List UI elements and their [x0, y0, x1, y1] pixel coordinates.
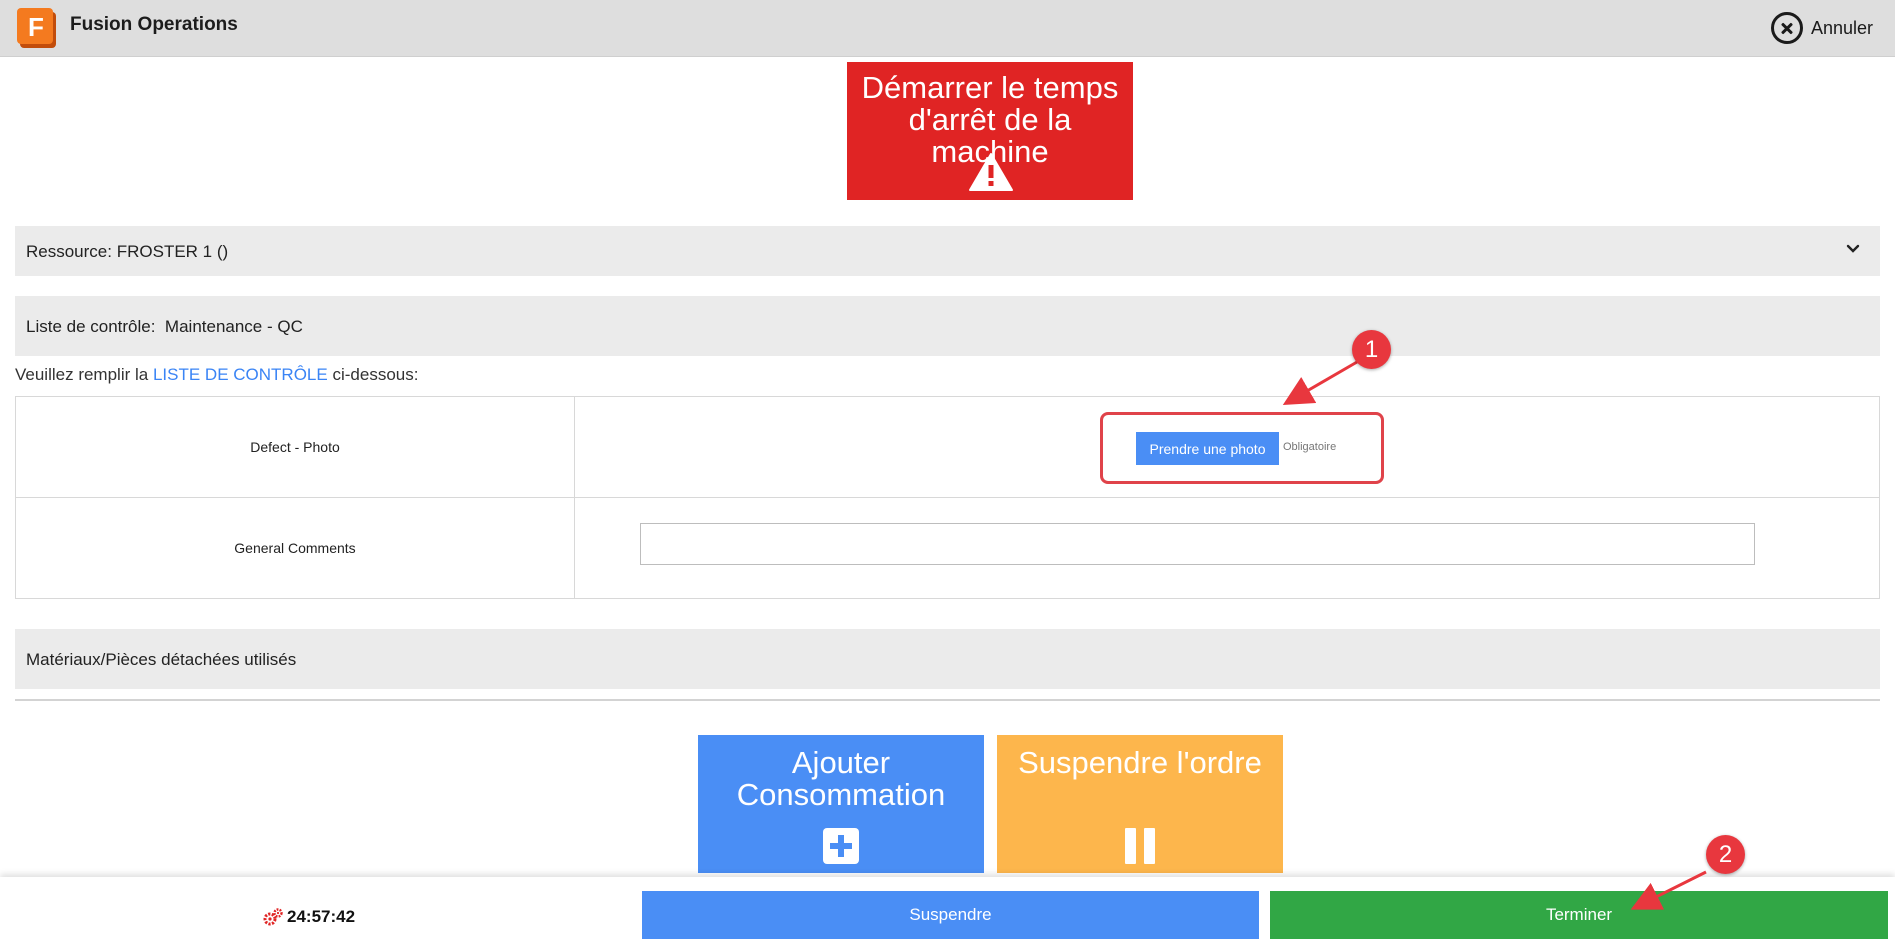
resource-value: FROSTER 1 () [116, 242, 229, 261]
checklist-label: Liste de contrôle: [26, 317, 156, 336]
instruction-prefix: Veuillez remplir la [15, 365, 149, 384]
defect-photo-label: Defect - Photo [16, 397, 575, 497]
checklist-instruction: Veuillez remplir la LISTE DE CONTRÔLE ci… [15, 365, 418, 385]
cancel-button[interactable]: Annuler [1770, 12, 1873, 44]
add-consumption-label: Ajouter Consommation [736, 745, 946, 812]
suspend-order-label: Suspendre l'ordre [1018, 745, 1262, 780]
plus-square-icon [823, 828, 859, 864]
app-title: Fusion Operations [70, 14, 238, 35]
general-comments-label: General Comments [16, 498, 575, 598]
table-row: Defect - Photo Prendre une photo Obligat… [16, 397, 1879, 498]
checklist-panel: Liste de contrôle: Maintenance - QC [15, 296, 1880, 356]
pause-icon [1125, 828, 1155, 864]
gears-icon [263, 908, 283, 926]
suspend-button[interactable]: Suspendre [642, 891, 1259, 939]
checklist-table: Defect - Photo Prendre une photo Obligat… [15, 396, 1880, 599]
resource-panel[interactable]: Ressource: FROSTER 1 () [15, 226, 1880, 276]
finish-button[interactable]: Terminer [1270, 891, 1888, 939]
title-bar: F Fusion Operations Annuler [0, 0, 1895, 57]
annotation-marker-1: 1 [1352, 330, 1391, 369]
checklist-link[interactable]: LISTE DE CONTRÔLE [153, 365, 328, 384]
checklist-value: Maintenance - QC [164, 317, 303, 336]
start-downtime-button[interactable]: Démarrer le temps d'arrêt de la machine [847, 62, 1133, 200]
suspend-order-button[interactable]: Suspendre l'ordre [997, 735, 1283, 873]
annotation-marker-2: 2 [1706, 835, 1745, 874]
take-photo-button[interactable]: Prendre une photo [1136, 432, 1279, 465]
chevron-down-icon[interactable] [1844, 240, 1862, 258]
resource-label: Ressource: [26, 242, 112, 261]
add-consumption-button[interactable]: Ajouter Consommation [698, 735, 984, 873]
timer: 24:57:42 [263, 907, 355, 927]
materials-panel[interactable]: Matériaux/Pièces détachées utilisés [15, 629, 1880, 689]
warning-icon [969, 153, 1013, 191]
materials-label: Matériaux/Pièces détachées utilisés [26, 650, 297, 669]
general-comments-input[interactable] [640, 523, 1755, 565]
required-note: Obligatoire [1283, 441, 1337, 453]
table-row: General Comments [16, 498, 1879, 598]
app-logo-icon: F [17, 8, 56, 48]
cancel-label: Annuler [1810, 17, 1873, 38]
svg-text:F: F [28, 12, 44, 42]
instruction-suffix: ci-dessous: [332, 365, 419, 384]
close-circle-icon [1770, 12, 1803, 44]
divider [15, 699, 1880, 701]
timer-value: 24:57:42 [287, 907, 356, 926]
